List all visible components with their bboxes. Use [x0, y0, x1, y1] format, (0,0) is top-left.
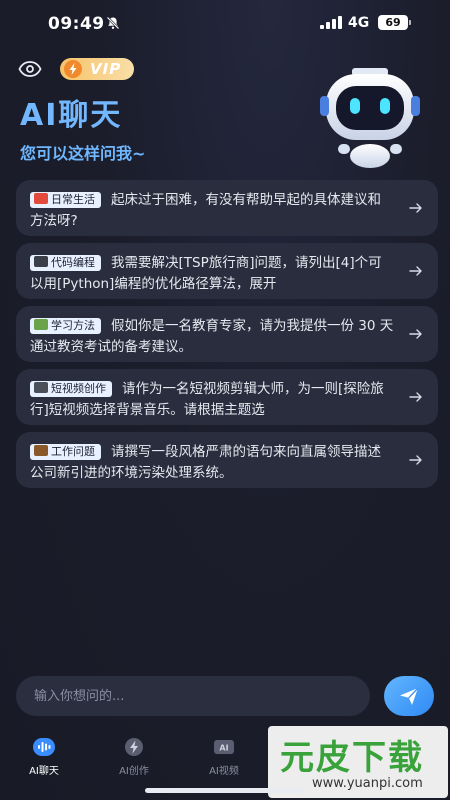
send-button[interactable]	[384, 676, 434, 716]
nav-item-ai-video[interactable]: AI AI视频	[194, 736, 254, 777]
home-indicator[interactable]	[145, 788, 305, 793]
nav-item-ai-create[interactable]: AI创作	[104, 736, 164, 777]
prompt-text-block: 学习方法 假如你是一名教育专家，请为我提供一份 30 天通过教资考试的备考建议。	[30, 316, 394, 358]
briefcase-emoji	[34, 445, 48, 456]
nav-item-ai-chat[interactable]: AI聊天	[14, 736, 74, 777]
signal-icon	[320, 16, 342, 29]
bell-muted-icon	[106, 16, 120, 30]
arrow-right-icon	[409, 266, 422, 276]
status-bar: 09:49 4G 69	[0, 0, 450, 44]
prompt-card-daily-life[interactable]: 日常生活 起床过于困难，有没有帮助早起的具体建议和方法呀?	[16, 180, 438, 236]
prompt-tag: 短视频创作	[30, 381, 112, 397]
send-icon	[400, 687, 419, 705]
prompt-card-work[interactable]: 工作问题 请撰写一段风格严肃的语句来向直属领导描述公司新引进的环境污染处理系统。	[16, 432, 438, 488]
laptop-emoji	[34, 256, 48, 267]
page-subtitle: 您可以这样问我~	[20, 144, 146, 163]
ai-video-icon: AI	[214, 740, 234, 754]
page-title: AI聊天	[20, 98, 123, 133]
arrow-right-icon	[409, 392, 422, 402]
sound-wave-icon	[33, 738, 55, 756]
eye-icon[interactable]	[18, 60, 42, 78]
nav-label: AI聊天	[29, 766, 59, 777]
arrow-right-icon	[409, 203, 422, 213]
prompt-card-short-video[interactable]: 短视频创作 请作为一名短视频剪辑大师，为一则[探险旅行]短视频选择背景音乐。请根据…	[16, 369, 438, 425]
prompt-text-block: 工作问题 请撰写一段风格严肃的语句来向直属领导描述公司新引进的环境污染处理系统。	[30, 442, 394, 484]
nav-label: AI创作	[119, 766, 149, 777]
status-time: 09:49	[48, 14, 105, 34]
prompt-card-study[interactable]: 学习方法 假如你是一名教育专家，请为我提供一份 30 天通过教资考试的备考建议。	[16, 306, 438, 362]
vip-badge[interactable]: VIP	[60, 58, 134, 80]
nav-label: AI视频	[209, 766, 239, 777]
arrow-right-icon	[409, 329, 422, 339]
arrow-right-icon	[409, 455, 422, 465]
prompt-tag: 代码编程	[30, 255, 101, 271]
watermark-logo: 元皮下载	[280, 738, 424, 778]
prompt-card-coding[interactable]: 代码编程 我需要解决[TSP旅行商]问题，请列出[4]个可以用[Python]编程…	[16, 243, 438, 299]
prompt-text-block: 短视频创作 请作为一名短视频剪辑大师，为一则[探险旅行]短视频选择背景音乐。请根据…	[30, 379, 394, 421]
prompt-tag-label: 学习方法	[51, 319, 95, 332]
prompt-list: 日常生活 起床过于困难，有没有帮助早起的具体建议和方法呀? 代码编程 我需要解决[T…	[16, 180, 438, 495]
books-emoji	[34, 319, 48, 330]
prompt-tag: 学习方法	[30, 318, 101, 334]
prompt-tag-label: 日常生活	[51, 193, 95, 206]
lightning-icon	[64, 60, 82, 78]
battery-icon: 69	[378, 15, 411, 30]
watermark-url: www.yuanpi.com	[312, 776, 423, 791]
prompt-tag-label: 工作问题	[51, 445, 95, 458]
lightning-circle-icon	[125, 738, 143, 756]
vip-label: VIP	[90, 60, 122, 78]
prompt-tag: 工作问题	[30, 444, 101, 460]
prompt-text-block: 代码编程 我需要解决[TSP旅行商]问题，请列出[4]个可以用[Python]编程…	[30, 253, 394, 295]
camera-emoji	[34, 382, 48, 393]
prompt-text-block: 日常生活 起床过于困难，有没有帮助早起的具体建议和方法呀?	[30, 190, 394, 232]
prompt-tag: 日常生活	[30, 192, 101, 208]
car-emoji	[34, 193, 48, 204]
network-type: 4G	[348, 15, 370, 31]
chat-input[interactable]	[16, 676, 370, 716]
robot-avatar	[320, 68, 420, 168]
prompt-tag-label: 短视频创作	[51, 382, 106, 395]
prompt-tag-label: 代码编程	[51, 256, 95, 269]
svg-text:AI: AI	[219, 744, 228, 753]
